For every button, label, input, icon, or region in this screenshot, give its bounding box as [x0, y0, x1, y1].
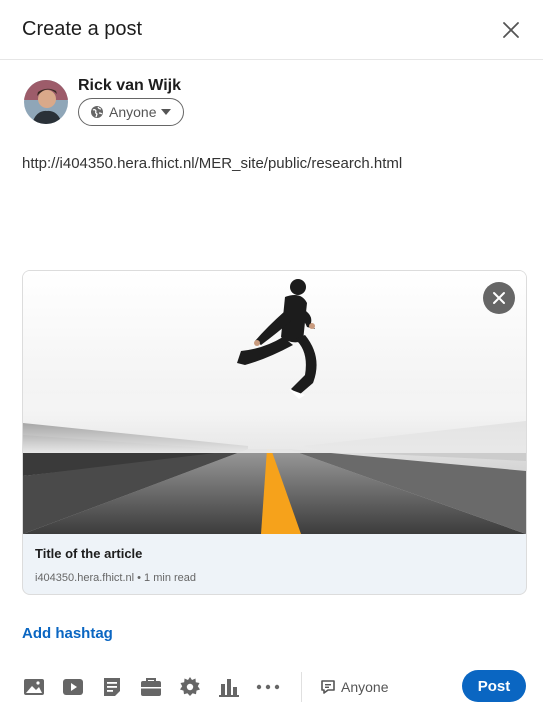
caret-down-icon	[161, 109, 172, 115]
photo-icon	[24, 679, 44, 695]
toolbar-divider	[301, 672, 302, 702]
celebrate-button[interactable]	[178, 675, 202, 699]
document-icon	[104, 678, 120, 696]
audience-label: Anyone	[109, 104, 157, 120]
job-icon	[141, 678, 161, 696]
post-text-editor[interactable]: http://i404350.hera.fhict.nl/MER_site/pu…	[0, 139, 543, 263]
author-row: Rick van Wijk Anyone	[0, 60, 543, 139]
avatar[interactable]	[24, 80, 68, 124]
comment-icon	[321, 680, 335, 694]
dialog-title: Create a post	[22, 18, 143, 40]
preview-meta: i404350.hera.fhict.nl • 1 min read	[35, 572, 197, 584]
post-button[interactable]: Post	[462, 670, 526, 702]
add-photo-button[interactable]	[22, 675, 46, 699]
create-post-dialog: Create a post Rick van Wijk Anyone http:…	[0, 0, 543, 716]
post-text: http://i404350.hera.fhict.nl/MER_site/pu…	[22, 155, 403, 172]
create-poll-button[interactable]	[217, 675, 241, 699]
remove-preview-button[interactable]	[483, 282, 515, 314]
more-options-button[interactable]	[256, 675, 280, 699]
add-hashtag-link[interactable]: Add hashtag	[22, 625, 113, 642]
comment-audience-button[interactable]: Anyone	[320, 679, 388, 695]
audience-dropdown[interactable]: Anyone	[78, 98, 185, 126]
globe-icon	[91, 106, 103, 118]
link-preview-card: Title of the article i404350.hera.fhict.…	[22, 270, 527, 595]
close-icon	[503, 21, 519, 38]
add-document-button[interactable]	[100, 675, 124, 699]
author-name: Rick van Wijk	[78, 77, 182, 94]
comment-audience-label: Anyone	[341, 679, 389, 695]
poll-icon	[219, 679, 239, 697]
dialog-header: Create a post	[0, 0, 543, 60]
preview-image	[23, 271, 526, 534]
celebrate-icon	[180, 677, 200, 696]
video-icon	[63, 679, 83, 695]
preview-title: Title of the article	[35, 546, 143, 561]
close-button[interactable]	[493, 12, 529, 48]
post-toolbar: Anyone Post	[22, 670, 526, 704]
share-job-button[interactable]	[139, 675, 163, 699]
add-video-button[interactable]	[61, 675, 85, 699]
close-icon	[493, 292, 505, 304]
more-icon	[256, 684, 280, 690]
